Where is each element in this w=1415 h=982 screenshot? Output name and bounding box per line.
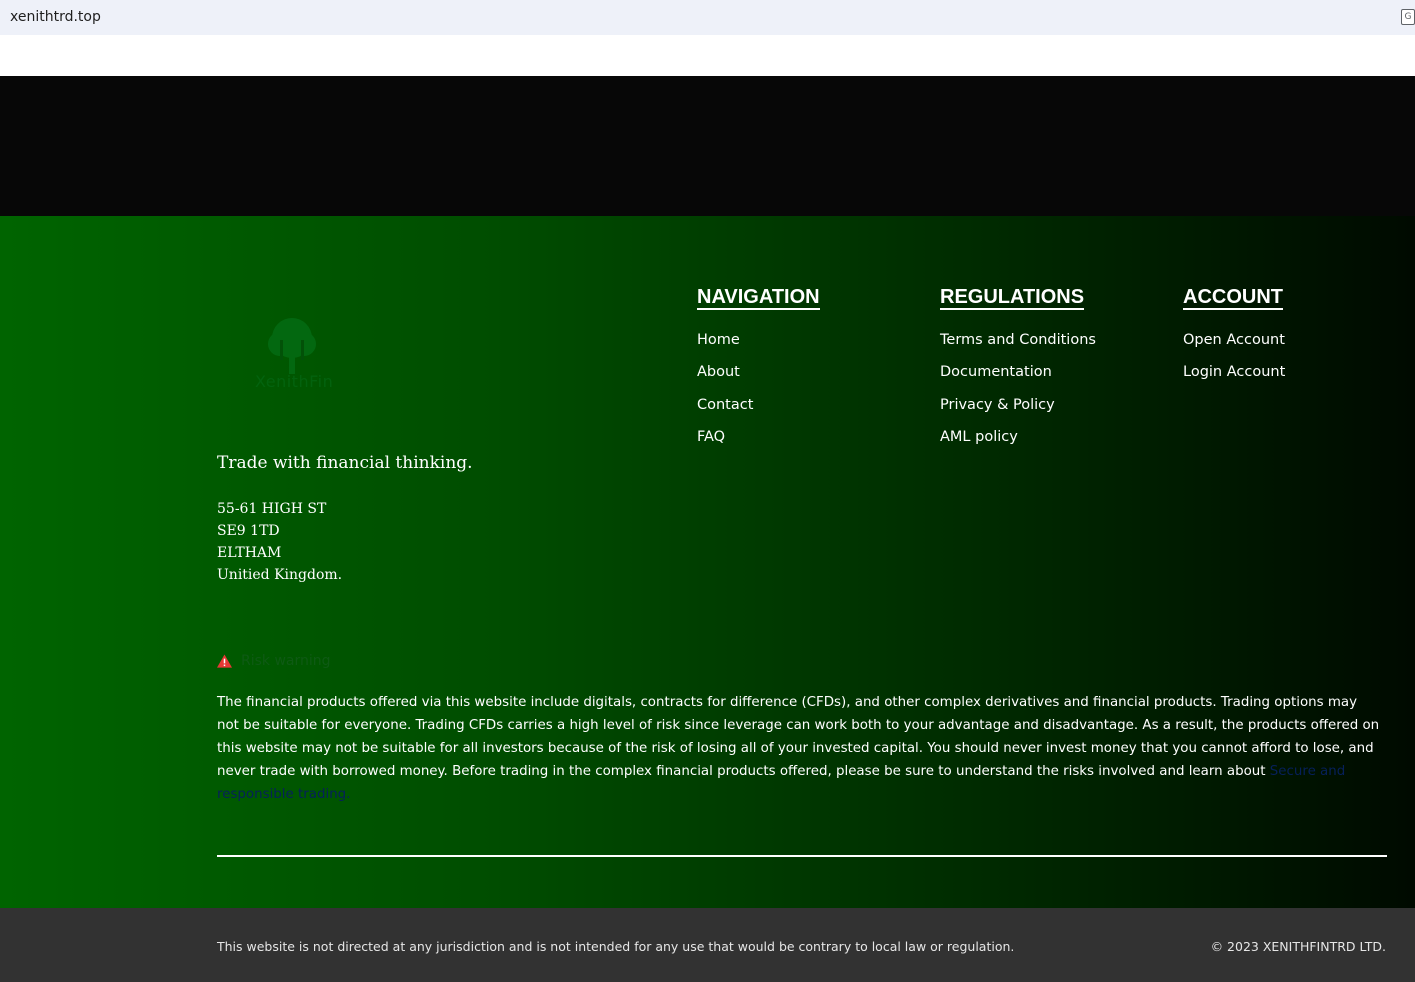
address-line: Unitied Kingdom. <box>217 567 343 583</box>
account-heading: ACCOUNT <box>1183 286 1283 310</box>
nav-link-faq[interactable]: FAQ <box>697 428 820 460</box>
warning-icon <box>217 654 232 668</box>
risk-warning-text: The financial products offered via this … <box>217 691 1382 806</box>
nav-link-home[interactable]: Home <box>697 331 820 363</box>
hero-band <box>0 76 1415 216</box>
account-link-login[interactable]: Login Account <box>1183 363 1285 395</box>
address-line: ELTHAM <box>217 545 282 561</box>
footer-divider <box>217 855 1387 857</box>
navigation-heading: NAVIGATION <box>697 286 820 310</box>
address-line: SE9 1TD <box>217 523 280 539</box>
translate-icon[interactable]: G <box>1401 9 1415 25</box>
browser-address-bar[interactable]: xenithtrd.top G <box>0 0 1415 35</box>
tagline: Trade with financial thinking. <box>217 453 473 473</box>
regulations-heading: REGULATIONS <box>940 286 1085 310</box>
copyright-text: © 2023 XENITHFINTRD LTD. <box>1210 939 1386 954</box>
site-footer: XenithFin Trade with financial thinking.… <box>0 216 1415 908</box>
regulations-column: REGULATIONS Terms and Conditions Documen… <box>940 286 1096 460</box>
nav-link-about[interactable]: About <box>697 363 820 395</box>
reg-link-terms[interactable]: Terms and Conditions <box>940 331 1096 363</box>
navigation-column: NAVIGATION Home About Contact FAQ <box>697 286 820 460</box>
header-strip <box>0 35 1415 76</box>
nav-link-contact[interactable]: Contact <box>697 396 820 428</box>
address-line: 55-61 HIGH ST <box>217 501 327 517</box>
logo[interactable]: XenithFin <box>250 316 345 396</box>
risk-warning-heading: Risk warning <box>217 653 331 669</box>
logo-text: XenithFin <box>255 372 334 391</box>
logo-tree-icon <box>268 318 316 374</box>
risk-warning-label: Risk warning <box>241 653 331 669</box>
reg-link-aml[interactable]: AML policy <box>940 428 1096 460</box>
reg-link-privacy[interactable]: Privacy & Policy <box>940 396 1096 428</box>
url-text[interactable]: xenithtrd.top <box>10 9 101 25</box>
company-address: 55-61 HIGH ST SE9 1TD ELTHAM Unitied Kin… <box>217 498 342 586</box>
risk-warning-body: The financial products offered via this … <box>217 695 1380 779</box>
bottom-bar: This website is not directed at any juri… <box>0 908 1415 982</box>
jurisdiction-disclaimer: This website is not directed at any juri… <box>217 939 1015 954</box>
account-column: ACCOUNT Open Account Login Account <box>1183 286 1285 396</box>
account-link-open[interactable]: Open Account <box>1183 331 1285 363</box>
reg-link-documentation[interactable]: Documentation <box>940 363 1096 395</box>
